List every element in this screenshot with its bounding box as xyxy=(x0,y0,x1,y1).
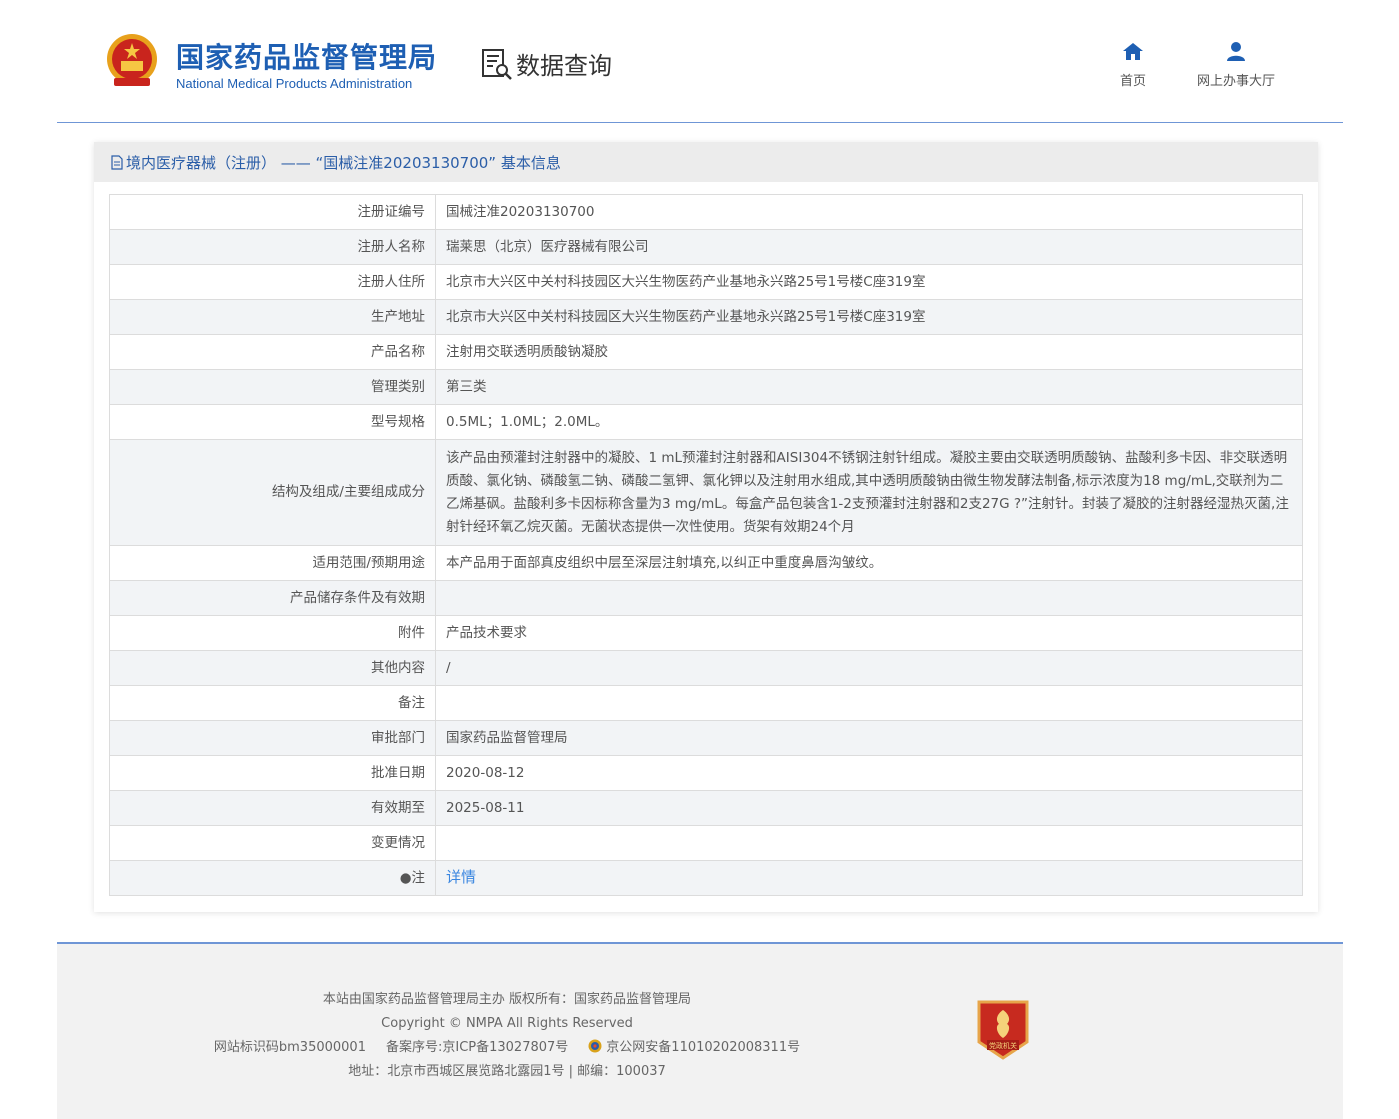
table-row: 型号规格 0.5ML；1.0ML；2.0ML。 xyxy=(109,404,1303,440)
row-label: 注册人住所 xyxy=(109,264,436,300)
row-label: ●注 xyxy=(109,860,436,896)
footer-icp-link[interactable]: 备案序号:京ICP备13027807号 xyxy=(386,1036,568,1060)
row-value xyxy=(435,685,1303,721)
row-value xyxy=(435,580,1303,616)
table-row: 注册证编号 国械注准20203130700 xyxy=(109,194,1303,230)
site-footer: 本站由国家药品监督管理局主办 版权所有：国家药品监督管理局 Copyright … xyxy=(57,942,1343,1119)
table-row: 附件 产品技术要求 xyxy=(109,615,1303,651)
footer-police-link[interactable]: 京公网安备11010202008311号 xyxy=(588,1036,800,1060)
row-label: 其他内容 xyxy=(109,650,436,686)
footer-sponsor: 本站由国家药品监督管理局主办 版权所有：国家药品监督管理局 xyxy=(322,992,692,1007)
table-row: 有效期至 2025-08-11 xyxy=(109,790,1303,826)
details-link[interactable]: 详情 xyxy=(446,868,476,886)
row-value: 0.5ML；1.0ML；2.0ML。 xyxy=(435,404,1303,440)
footer-copyright: Copyright © NMPA All Rights Reserved xyxy=(381,1016,633,1031)
table-row: 备注 xyxy=(109,685,1303,721)
row-label: 产品名称 xyxy=(109,334,436,370)
nav-home-label: 首页 xyxy=(1119,74,1146,89)
table-row: 管理类别 第三类 xyxy=(109,369,1303,405)
footer-text: 本站由国家药品监督管理局主办 版权所有：国家药品监督管理局 Copyright … xyxy=(57,988,957,1084)
table-row: 审批部门 国家药品监督管理局 xyxy=(109,720,1303,756)
row-label: 产品储存条件及有效期 xyxy=(109,580,436,616)
badge-text: 党政机关 xyxy=(989,1041,1017,1050)
table-row: 适用范围/预期用途 本产品用于面部真皮组织中层至深层注射填充,以纠正中重度鼻唇沟皱… xyxy=(109,545,1303,581)
row-value: 2025-08-11 xyxy=(435,790,1303,826)
document-icon xyxy=(111,154,123,170)
row-label: 变更情况 xyxy=(109,825,436,861)
table-row: 注册人名称 瑞莱思（北京）医疗器械有限公司 xyxy=(109,229,1303,265)
row-label: 结构及组成/主要组成成分 xyxy=(109,439,436,546)
document-search-icon xyxy=(482,48,512,80)
info-panel: 境内医疗器械（注册） —— “国械注准20203130700” 基本信息 注册证… xyxy=(94,142,1318,912)
row-label: 管理类别 xyxy=(109,369,436,405)
panel-title-text: 境内医疗器械（注册） —— “国械注准20203130700” 基本信息 xyxy=(126,153,561,172)
row-value: 注射用交联透明质酸钠凝胶 xyxy=(435,334,1303,370)
table-row: 产品名称 注射用交联透明质酸钠凝胶 xyxy=(109,334,1303,370)
row-value: 2020-08-12 xyxy=(435,755,1303,791)
row-value: 北京市大兴区中关村科技园区大兴生物医药产业基地永兴路25号1号楼C座319室 xyxy=(435,264,1303,300)
row-label: 注册人名称 xyxy=(109,229,436,265)
row-value: 详情 xyxy=(435,860,1303,896)
table-row: 产品储存条件及有效期 xyxy=(109,580,1303,616)
row-label: 注册证编号 xyxy=(109,194,436,230)
data-query-label: 数据查询 xyxy=(516,52,612,80)
footer-police-text: 京公网安备11010202008311号 xyxy=(606,1040,801,1055)
table-row: 其他内容 / xyxy=(109,650,1303,686)
data-query-heading: 数据查询 xyxy=(480,46,612,81)
nav-home-link[interactable]: 首页 xyxy=(1108,40,1158,89)
row-value: 第三类 xyxy=(435,369,1303,405)
table-row: 变更情况 xyxy=(109,825,1303,861)
row-label: 型号规格 xyxy=(109,404,436,440)
agency-name-en: National Medical Products Administration xyxy=(176,76,413,91)
row-label: 生产地址 xyxy=(109,299,436,335)
nav-service-label: 网上办事大厅 xyxy=(1196,74,1275,89)
footer-registration: 网站标识码bm35000001 备案序号:京ICP备13027807号 京公网安… xyxy=(57,1036,957,1060)
table-row: 注册人住所 北京市大兴区中关村科技园区大兴生物医药产业基地永兴路25号1号楼C座3… xyxy=(109,264,1303,300)
row-value: 国家药品监督管理局 xyxy=(435,720,1303,756)
panel-title: 境内医疗器械（注册） —— “国械注准20203130700” 基本信息 xyxy=(94,142,1318,182)
government-agency-badge-icon[interactable]: 党政机关 xyxy=(975,996,1031,1062)
row-value: 产品技术要求 xyxy=(435,615,1303,651)
row-value: 国械注准20203130700 xyxy=(435,194,1303,230)
footer-address: 地址：北京市西城区展览路北露园1号 | 邮编：100037 xyxy=(348,1064,666,1079)
table-row: 批准日期 2020-08-12 xyxy=(109,755,1303,791)
row-value: 瑞莱思（北京）医疗器械有限公司 xyxy=(435,229,1303,265)
row-label: 备注 xyxy=(109,685,436,721)
police-badge-icon xyxy=(588,1039,602,1053)
info-table: 注册证编号 国械注准20203130700 注册人名称 瑞莱思（北京）医疗器械有限公… xyxy=(109,194,1303,896)
row-value: 北京市大兴区中关村科技园区大兴生物医药产业基地永兴路25号1号楼C座319室 xyxy=(435,299,1303,335)
row-label: 适用范围/预期用途 xyxy=(109,545,436,581)
row-label: 审批部门 xyxy=(109,720,436,756)
site-header: 国家药品监督管理局 National Medical Products Admi… xyxy=(0,0,1399,124)
row-label: 附件 xyxy=(109,615,436,651)
national-emblem-icon xyxy=(107,34,157,86)
row-value: / xyxy=(435,650,1303,686)
user-icon xyxy=(1227,42,1245,61)
home-icon xyxy=(1123,43,1143,60)
nav-service-hall-link[interactable]: 网上办事大厅 xyxy=(1184,40,1288,89)
table-row: 结构及组成/主要组成成分 该产品由预灌封注射器中的凝胶、1 mL预灌封注射器和AI… xyxy=(109,439,1303,546)
agency-name-cn: 国家药品监督管理局 xyxy=(176,41,438,74)
row-value: 本产品用于面部真皮组织中层至深层注射填充,以纠正中重度鼻唇沟皱纹。 xyxy=(435,545,1303,581)
table-row: ●注 详情 xyxy=(109,860,1303,896)
row-value xyxy=(435,825,1303,861)
table-row: 生产地址 北京市大兴区中关村科技园区大兴生物医药产业基地永兴路25号1号楼C座31… xyxy=(109,299,1303,335)
footer-site-id: 网站标识码bm35000001 xyxy=(213,1040,366,1055)
row-value: 该产品由预灌封注射器中的凝胶、1 mL预灌封注射器和AISI304不锈钢注射针组… xyxy=(435,439,1303,546)
header-divider xyxy=(57,122,1343,123)
row-label: 有效期至 xyxy=(109,790,436,826)
row-label: 批准日期 xyxy=(109,755,436,791)
